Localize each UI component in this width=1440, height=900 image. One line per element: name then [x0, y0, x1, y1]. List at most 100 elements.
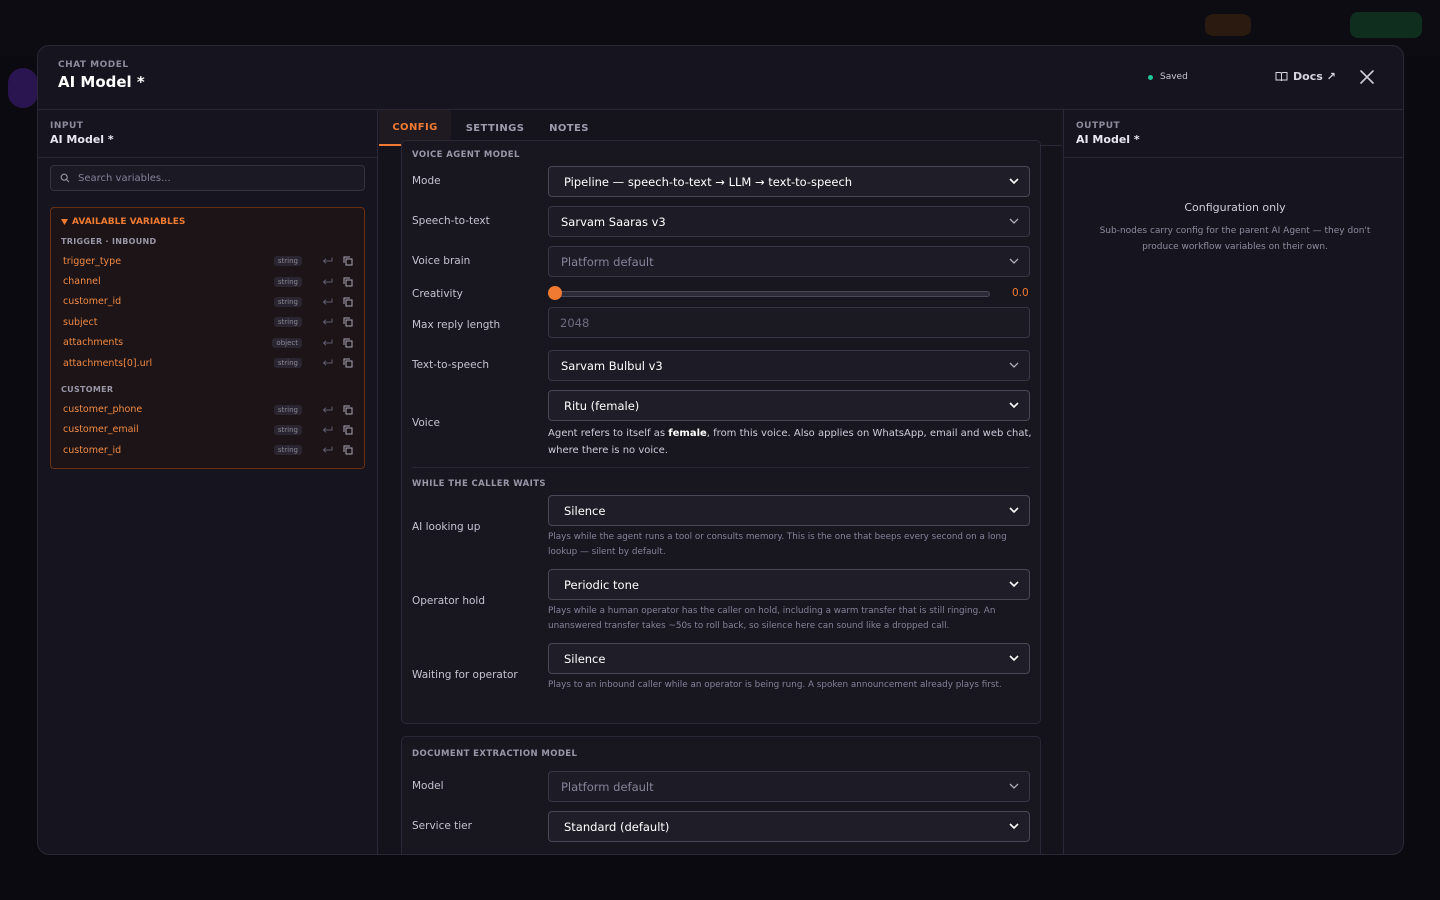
variable-name: channel — [63, 276, 101, 288]
output-panel-header: OUTPUT AI Model * — [1064, 110, 1403, 158]
lookup-select[interactable]: Silence — [548, 495, 1030, 526]
saved-label: Saved — [1160, 72, 1188, 82]
variable-row[interactable]: attachments object — [61, 333, 354, 353]
modal-title-block: CHAT MODEL AI Model * — [58, 60, 145, 91]
insert-enter-icon[interactable] — [321, 404, 333, 416]
copy-icon[interactable] — [342, 296, 354, 308]
voice-agent-section: VOICE AGENT MODEL Mode Pipeline — speech… — [401, 140, 1041, 724]
tier-select[interactable]: Standard (default) — [548, 811, 1030, 842]
creativity-slider-track[interactable] — [554, 291, 990, 297]
waiting-label: Waiting for operator — [412, 669, 518, 681]
input-panel-header: INPUT AI Model * — [38, 110, 377, 158]
hold-hint: Plays while a human operator has the cal… — [548, 606, 996, 631]
creativity-slider-thumb[interactable] — [548, 286, 562, 300]
tts-select[interactable]: Sarvam Bulbul v3 — [548, 350, 1030, 381]
output-panel: OUTPUT AI Model * Configuration only Sub… — [1063, 110, 1403, 854]
modal-title: AI Model * — [58, 73, 145, 91]
variable-row[interactable]: attachments[0].url string — [61, 353, 354, 373]
background-run-button — [1350, 12, 1422, 38]
document-extraction-section: DOCUMENT EXTRACTION MODEL Model Platform… — [401, 736, 1041, 854]
copy-icon[interactable] — [342, 255, 354, 267]
mode-select[interactable]: Pipeline — speech-to-text → LLM → text-t… — [548, 166, 1030, 197]
waiting-value: Silence — [564, 651, 606, 666]
waiting-select[interactable]: Silence — [548, 643, 1030, 674]
variable-row[interactable]: customer_id string — [61, 292, 354, 312]
config-panel: CONFIG SETTINGS NOTES VOICE AGENT MODEL … — [379, 110, 1062, 854]
variable-row[interactable]: subject string — [61, 312, 354, 332]
variable-type-badge: string — [273, 317, 302, 328]
brain-value: Platform default — [561, 254, 654, 269]
close-icon[interactable] — [1358, 68, 1376, 86]
insert-enter-icon[interactable] — [321, 255, 333, 267]
chevron-down-icon — [1009, 218, 1019, 224]
stt-select[interactable]: Sarvam Saaras v3 — [548, 206, 1030, 237]
insert-enter-icon[interactable] — [321, 424, 333, 436]
caret-down-icon — [61, 219, 68, 225]
doc-section-title: DOCUMENT EXTRACTION MODEL — [412, 749, 578, 759]
insert-enter-icon[interactable] — [321, 276, 333, 288]
doc-model-label: Model — [412, 780, 444, 792]
insert-enter-icon[interactable] — [321, 337, 333, 349]
insert-enter-icon[interactable] — [321, 296, 333, 308]
variable-type-badge: string — [273, 445, 302, 456]
stt-label: Speech-to-text — [412, 215, 490, 227]
variable-name: subject — [63, 316, 98, 328]
voice-label: Voice — [412, 417, 440, 429]
available-variables: AVAILABLE VARIABLES TRIGGER · INBOUND tri… — [50, 207, 365, 469]
background-chip — [1205, 14, 1251, 36]
book-icon — [1275, 72, 1288, 82]
tier-label: Service tier — [412, 820, 472, 832]
copy-icon[interactable] — [342, 424, 354, 436]
output-overline: OUTPUT — [1076, 121, 1121, 131]
copy-icon[interactable] — [342, 357, 354, 369]
variable-name: attachments — [63, 337, 124, 349]
variable-name: customer_id — [63, 296, 122, 308]
chevron-down-icon — [1009, 823, 1019, 830]
maxlen-label: Max reply length — [412, 319, 501, 331]
brain-label: Voice brain — [412, 255, 471, 267]
variable-row[interactable]: customer_email string — [61, 420, 354, 440]
tts-value: Sarvam Bulbul v3 — [561, 358, 663, 373]
search-input[interactable] — [78, 172, 348, 184]
stt-value: Sarvam Saaras v3 — [561, 214, 666, 229]
doc-model-select[interactable]: Platform default — [548, 771, 1030, 802]
variable-row[interactable]: channel string — [61, 271, 354, 291]
variable-type-badge: object — [272, 337, 302, 348]
insert-enter-icon[interactable] — [321, 316, 333, 328]
variable-row[interactable]: customer_id string — [61, 440, 354, 460]
variable-group-title: TRIGGER · INBOUND — [61, 237, 157, 246]
waiting-hint: Plays to an inbound caller while an oper… — [548, 680, 1002, 690]
copy-icon[interactable] — [342, 276, 354, 288]
chevron-down-icon — [1009, 178, 1019, 185]
modal-overline: CHAT MODEL — [58, 60, 129, 70]
chevron-down-icon — [1009, 581, 1019, 588]
variable-name: trigger_type — [63, 255, 122, 267]
chevron-down-icon — [1009, 655, 1019, 662]
input-title: AI Model * — [50, 133, 114, 146]
mode-label: Mode — [412, 175, 441, 187]
copy-icon[interactable] — [342, 316, 354, 328]
chevron-down-icon — [1009, 362, 1019, 368]
docs-link[interactable]: Docs ↗ — [1275, 70, 1336, 83]
brain-select[interactable]: Platform default — [548, 246, 1030, 277]
copy-icon[interactable] — [342, 404, 354, 416]
maxlen-input[interactable]: 2048 — [548, 307, 1030, 338]
insert-enter-icon[interactable] — [321, 444, 333, 456]
variable-type-badge: string — [273, 296, 302, 307]
hold-select[interactable]: Periodic tone — [548, 569, 1030, 600]
voice-select[interactable]: Ritu (female) — [548, 390, 1030, 421]
node-config-modal: CHAT MODEL AI Model * Saved Docs ↗ INPUT… — [37, 45, 1404, 855]
copy-icon[interactable] — [342, 337, 354, 349]
variable-row[interactable]: trigger_type string — [61, 251, 354, 271]
variables-toggle[interactable]: AVAILABLE VARIABLES — [61, 216, 354, 228]
input-overline: INPUT — [50, 121, 84, 131]
copy-icon[interactable] — [342, 444, 354, 456]
variable-row[interactable]: customer_phone string — [61, 399, 354, 419]
variable-name: customer_id — [63, 444, 122, 456]
chevron-down-icon — [1009, 507, 1019, 514]
variable-type-badge: string — [273, 276, 302, 287]
insert-enter-icon[interactable] — [321, 357, 333, 369]
lookup-label: AI looking up — [412, 521, 481, 533]
variable-search — [50, 165, 365, 191]
background-avatar — [8, 68, 38, 108]
